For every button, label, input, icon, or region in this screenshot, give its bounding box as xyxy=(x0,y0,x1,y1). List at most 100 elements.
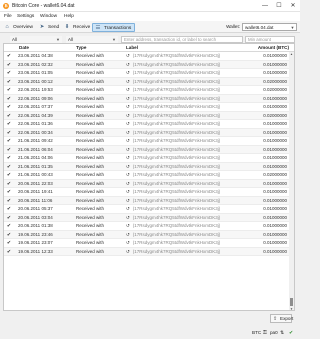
minimize-icon[interactable]: — xyxy=(258,0,272,12)
export-button[interactable]: ⇪ Export xyxy=(270,314,294,323)
table-row[interactable]: ✔ 22.06.2011 00:34 Received with ↺ (17Rsdygm… xyxy=(4,128,290,138)
table-row[interactable]: ✔ 20.06.2011 22:03 Received with ↺ (17Rsdygm… xyxy=(4,179,290,189)
close-icon[interactable]: ✕ xyxy=(286,0,300,12)
row-amount: 0.01000000 xyxy=(263,95,287,101)
row-type: Received with xyxy=(76,189,105,195)
transactions-label: Transactions xyxy=(104,25,132,31)
receive-icon: ⬇ xyxy=(64,24,70,30)
maximize-icon[interactable]: ☐ xyxy=(272,0,286,12)
row-amount: 0.01000000 xyxy=(263,61,287,67)
column-date[interactable]: Date xyxy=(19,44,29,52)
row-date: 22.06.2011 07:37 xyxy=(18,104,53,110)
row-type: Received with xyxy=(76,223,105,229)
unit-label[interactable]: BTC xyxy=(252,330,261,335)
row-date: 19.06.2011 12:33 xyxy=(18,248,53,254)
table-row[interactable]: ✔ 20.06.2011 11:06 Received with ↺ (17Rsdygm… xyxy=(4,196,290,206)
table-row[interactable]: ✔ 23.06.2011 02:32 Received with ↺ (17Rsdygm… xyxy=(4,60,290,70)
menu-help[interactable]: Help xyxy=(64,13,74,20)
table-row[interactable]: ✔ 22.06.2011 09:06 Received with ↺ (17Rsdygm… xyxy=(4,94,290,104)
row-date: 22.06.2011 00:34 xyxy=(18,129,53,135)
row-date: 23.06.2011 04:38 xyxy=(18,53,53,58)
scrollbar-thumb[interactable] xyxy=(290,298,293,306)
table-row[interactable]: ✔ 20.06.2011 05:37 Received with ↺ (17Rsdygm… xyxy=(4,205,290,214)
menu-window[interactable]: Window xyxy=(40,13,57,20)
row-type: Received with xyxy=(76,248,105,254)
title-bar: ₿ Bitcoin Core - wallet6.04.dat — ☐ ✕ xyxy=(0,0,300,12)
row-type: Received with xyxy=(76,61,105,67)
row-address: (17Rsdygm4hk7RQ5tdfWdvtkFnkHxmDK3j) xyxy=(132,61,221,67)
table-row[interactable]: ✔ 22.06.2011 07:37 Received with ↺ (17Rsdygm… xyxy=(4,103,290,112)
table-row[interactable]: ✔ 19.06.2011 23:46 Received with ↺ (17Rsdygm… xyxy=(4,230,290,240)
confirmed-check-icon: ✔ xyxy=(6,206,12,213)
row-type: Received with xyxy=(76,172,105,178)
confirmed-check-icon: ✔ xyxy=(6,129,12,136)
table-row[interactable]: ✔ 21.06.2011 01:35 Received with ↺ (17Rsdygm… xyxy=(4,162,290,172)
table-row[interactable]: ✔ 20.06.2011 03:04 Received with ↺ (17Rsdygm… xyxy=(4,213,290,223)
table-row[interactable]: ✔ 23.06.2011 04:38 Received with ↺ (17Rsdygm… xyxy=(4,52,290,61)
send-label: Send xyxy=(48,24,60,30)
send-button[interactable]: ➤ Send xyxy=(37,23,62,32)
network-icon[interactable]: ⇅ xyxy=(280,330,284,336)
table-row[interactable]: ✔ 21.06.2011 04:06 Received with ↺ (17Rsdygm… xyxy=(4,154,290,163)
row-date: 22.06.2011 19:53 xyxy=(18,87,53,93)
row-address: (17Rsdygm4hk7RQ5tdfWdvtkFnkHxmDK3j) xyxy=(132,112,221,118)
row-amount: 0.01000000 xyxy=(263,146,287,152)
column-amount[interactable]: Amount (BTC) xyxy=(244,44,289,52)
row-date: 20.06.2011 22:03 xyxy=(18,180,53,186)
table-row[interactable]: ✔ 23.06.2011 01:05 Received with ↺ (17Rsdygm… xyxy=(4,69,290,78)
row-amount: 0.01000000 xyxy=(263,214,287,220)
receive-arrow-icon: ↺ xyxy=(126,189,130,195)
menu-settings[interactable]: Settings xyxy=(17,13,34,20)
row-date: 21.06.2011 09:42 xyxy=(18,138,53,144)
wallet-select-value: wallet6.04.dat xyxy=(245,25,274,30)
receive-arrow-icon: ↺ xyxy=(126,112,130,118)
table-row[interactable]: ✔ 20.06.2011 19:41 Received with ↺ (17Rsdygm… xyxy=(4,188,290,197)
row-type: Received with xyxy=(76,129,105,135)
row-type: Received with xyxy=(76,70,105,76)
table-row[interactable]: ✔ 20.06.2011 01:38 Received with ↺ (17Rsdygm… xyxy=(4,222,290,231)
export-label: Export xyxy=(280,316,294,321)
confirmed-check-icon: ✔ xyxy=(6,180,12,187)
search-input[interactable]: Enter address, transaction id, or label … xyxy=(121,35,243,43)
table-row[interactable]: ✔ 22.06.2011 04:39 Received with ↺ (17Rsdygm… xyxy=(4,111,290,121)
confirmed-check-icon: ✔ xyxy=(6,121,12,128)
receive-arrow-icon: ↺ xyxy=(126,61,130,67)
table-row[interactable]: ✔ 19.06.2011 12:33 Received with ↺ (17Rsdygm… xyxy=(4,247,290,257)
table-row[interactable]: ✔ 21.06.2011 00:43 Received with ↺ (17Rsdygm… xyxy=(4,171,290,180)
date-filter-select[interactable]: All ▼ xyxy=(10,35,62,43)
column-label[interactable]: Label xyxy=(126,44,138,52)
row-address: (17Rsdygm4hk7RQ5tdfWdvtkFnkHxmDK3j) xyxy=(132,129,221,135)
scroll-up-icon[interactable]: ▲ xyxy=(289,52,294,56)
confirmed-check-icon: ✔ xyxy=(6,138,12,145)
menu-file[interactable]: File xyxy=(4,13,12,20)
transactions-button[interactable]: ☰ Transactions xyxy=(92,22,136,32)
overview-button[interactable]: ⌂ Overview xyxy=(2,23,36,32)
receive-arrow-icon: ↺ xyxy=(126,78,130,84)
vertical-scrollbar[interactable]: ▲ ▼ xyxy=(289,52,294,310)
receive-arrow-icon: ↺ xyxy=(126,155,130,161)
scroll-down-icon[interactable]: ▼ xyxy=(289,307,294,310)
type-filter-select[interactable]: All ▼ xyxy=(66,35,118,43)
table-row[interactable]: ✔ 19.06.2011 23:07 Received with ↺ (17Rsdygm… xyxy=(4,239,290,248)
row-type: Received with xyxy=(76,214,105,220)
table-row[interactable]: ✔ 23.06.2011 00:12 Received with ↺ (17Rsdygm… xyxy=(4,77,290,87)
chevron-down-icon: ▼ xyxy=(290,25,295,30)
column-type[interactable]: Type xyxy=(76,44,86,52)
table-row[interactable]: ✔ 22.06.2011 19:53 Received with ↺ (17Rsdygm… xyxy=(4,86,290,95)
confirmed-check-icon: ✔ xyxy=(6,155,12,162)
row-date: 21.06.2011 04:06 xyxy=(18,155,53,161)
row-amount: 0.02000000 xyxy=(263,112,287,118)
min-amount-input[interactable]: Min amount xyxy=(245,35,295,43)
row-address: (17Rsdygm4hk7RQ5tdfWdvtkFnkHxmDK3j) xyxy=(132,223,221,229)
table-row[interactable]: ✔ 22.06.2011 01:36 Received with ↺ (17Rsdygm… xyxy=(4,120,290,129)
receive-button[interactable]: ⬇ Receive xyxy=(62,23,93,32)
row-address: (17Rsdygm4hk7RQ5tdfWdvtkFnkHxmDK3j) xyxy=(132,53,221,58)
row-amount: 0.01000000 xyxy=(263,189,287,195)
table-row[interactable]: ✔ 21.06.2011 06:04 Received with ↺ (17Rsdygm… xyxy=(4,145,290,155)
row-type: Received with xyxy=(76,163,105,169)
network-label: pa0 xyxy=(270,330,278,335)
menu-bar: File Settings Window Help xyxy=(0,12,300,21)
wallet-select[interactable]: wallet6.04.dat ▼ xyxy=(242,23,297,31)
table-row[interactable]: ✔ 21.06.2011 09:42 Received with ↺ (17Rsdygm… xyxy=(4,137,290,146)
overview-label: Overview xyxy=(13,24,33,30)
